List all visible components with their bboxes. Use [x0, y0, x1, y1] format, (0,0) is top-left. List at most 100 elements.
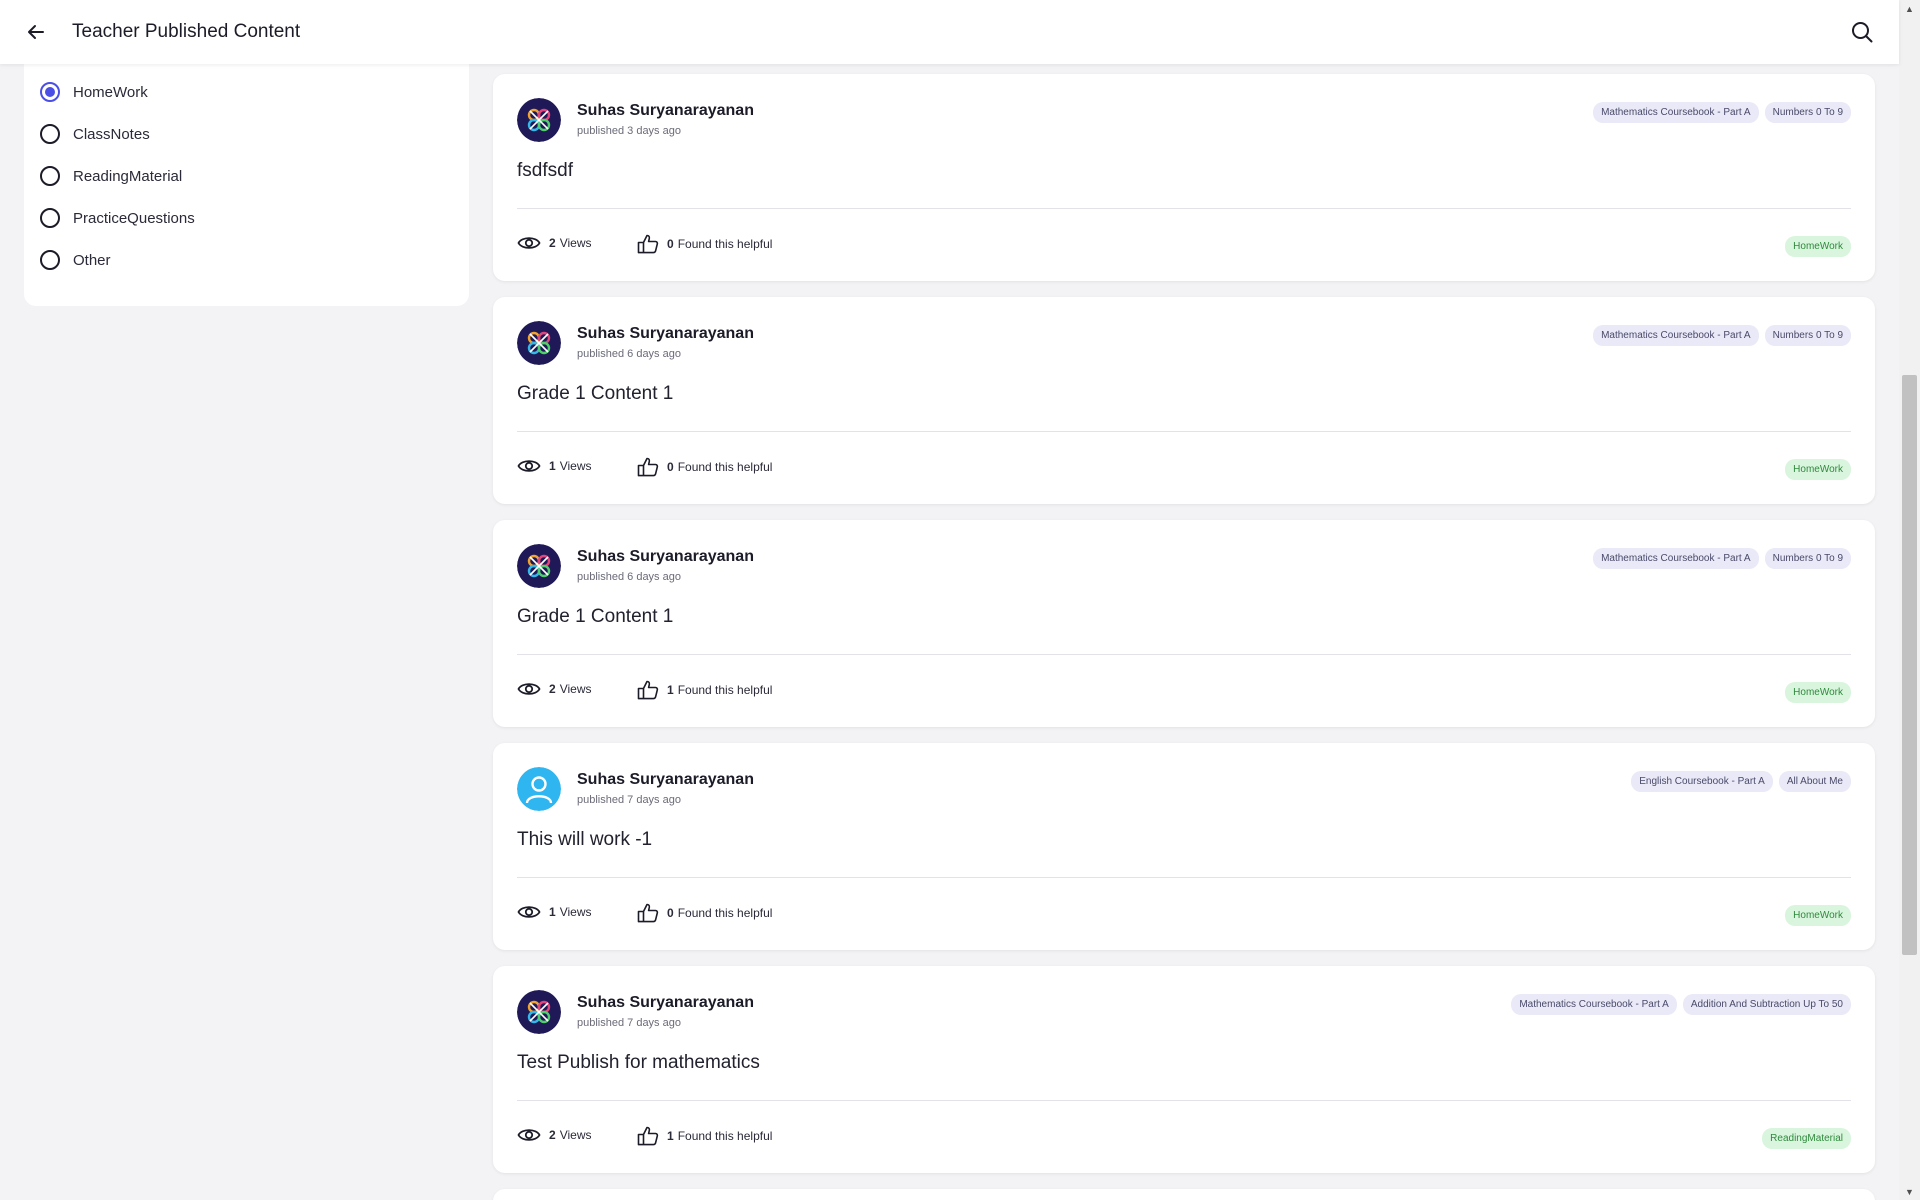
school-logo-avatar	[517, 544, 561, 588]
topic-tags: English Coursebook - Part A All About Me	[1631, 771, 1851, 792]
author-name: Suhas Suryanarayanan	[577, 102, 754, 119]
views-label: Views	[559, 682, 592, 696]
back-button[interactable]	[22, 18, 50, 46]
filter-option-classnotes[interactable]: ClassNotes	[40, 119, 150, 149]
helpful-label: Found this helpful	[677, 460, 773, 474]
filter-option-readingmaterial[interactable]: ReadingMaterial	[40, 161, 182, 191]
views-label: Views	[559, 236, 592, 250]
vertical-scrollbar[interactable]: ▲ ▼	[1899, 0, 1920, 1200]
eye-icon	[517, 237, 541, 249]
content-type-filter-panel: HomeWork ClassNotes ReadingMaterial Prac…	[24, 64, 469, 306]
eye-icon	[517, 460, 541, 472]
radio-unchecked-icon	[40, 166, 60, 186]
views-count: 2	[549, 1128, 556, 1142]
search-icon	[1852, 22, 1873, 43]
views-count: 1	[549, 459, 556, 473]
radio-checked-icon	[40, 82, 60, 102]
helpful-label: Found this helpful	[677, 683, 773, 697]
school-logo-avatar	[517, 990, 561, 1034]
views-label: Views	[559, 1128, 592, 1142]
arrow-left-icon	[28, 25, 44, 39]
filter-option-other[interactable]: Other	[40, 245, 111, 275]
content-card[interactable]: Suhas Suryanarayanan published 7 days ag…	[493, 743, 1875, 950]
top-app-bar: Teacher Published Content	[0, 0, 1899, 64]
published-time: published 6 days ago	[577, 571, 681, 583]
published-time: published 3 days ago	[577, 125, 681, 137]
views-count: 1	[549, 905, 556, 919]
author-name: Suhas Suryanarayanan	[577, 548, 754, 565]
helpful-button[interactable]: 0 Found this helpful	[637, 234, 772, 254]
thumbs-up-icon	[637, 680, 659, 700]
topic-tags: Mathematics Coursebook - Part A Numbers 0…	[1593, 325, 1851, 346]
divider	[517, 654, 1851, 655]
content-title[interactable]: Test Publish for mathematics	[517, 1052, 760, 1074]
filter-option-homework[interactable]: HomeWork	[40, 77, 148, 107]
content-title[interactable]: Grade 1 Content 1	[517, 606, 673, 628]
divider	[517, 877, 1851, 878]
eye-icon	[517, 906, 541, 918]
content-title[interactable]: This will work -1	[517, 829, 652, 851]
scroll-down-arrow-icon[interactable]: ▼	[1899, 1183, 1920, 1200]
filter-option-practicequestions[interactable]: PracticeQuestions	[40, 203, 195, 233]
published-time: published 7 days ago	[577, 794, 681, 806]
content-card[interactable]: Suhas Suryanarayanan published 3 days ag…	[493, 74, 1875, 281]
views-stat: 2 Views	[517, 234, 591, 252]
scroll-up-arrow-icon[interactable]: ▲	[1899, 0, 1920, 17]
helpful-button[interactable]: 1 Found this helpful	[637, 680, 772, 700]
published-time: published 6 days ago	[577, 348, 681, 360]
content-card[interactable]: Suhas Suryanarayanan published 6 days ag…	[493, 520, 1875, 727]
helpful-button[interactable]: 1 Found this helpful	[637, 1126, 772, 1146]
views-count: 2	[549, 236, 556, 250]
views-label: Views	[559, 905, 592, 919]
topic-tag[interactable]: Mathematics Coursebook - Part A	[1511, 994, 1677, 1015]
topic-tag[interactable]: Numbers 0 To 9	[1764, 102, 1851, 123]
topic-tag[interactable]: Numbers 0 To 9	[1764, 548, 1851, 569]
filter-option-label: HomeWork	[73, 83, 148, 101]
helpful-count: 0	[667, 906, 674, 920]
helpful-label: Found this helpful	[677, 1129, 773, 1143]
views-stat: 2 Views	[517, 1126, 591, 1144]
category-badge: ReadingMaterial	[1762, 1128, 1851, 1149]
helpful-label: Found this helpful	[677, 237, 773, 251]
views-stat: 1 Views	[517, 903, 591, 921]
topic-tags: Mathematics Coursebook - Part A Numbers 0…	[1593, 102, 1851, 123]
topic-tag[interactable]: English Coursebook - Part A	[1631, 771, 1773, 792]
topic-tag[interactable]: Addition And Subtraction Up To 50	[1682, 994, 1851, 1015]
scrollbar-thumb[interactable]	[1902, 375, 1917, 955]
views-count: 2	[549, 682, 556, 696]
topic-tags: Mathematics Coursebook - Part A Addition …	[1511, 994, 1851, 1015]
helpful-button[interactable]: 0 Found this helpful	[637, 457, 772, 477]
helpful-count: 0	[667, 460, 674, 474]
topic-tag[interactable]: All About Me	[1778, 771, 1851, 792]
divider	[517, 208, 1851, 209]
thumbs-up-icon	[637, 457, 659, 477]
content-card[interactable]: Suhas Suryanarayanan published 6 days ag…	[493, 297, 1875, 504]
author-name: Suhas Suryanarayanan	[577, 771, 754, 788]
radio-unchecked-icon	[40, 124, 60, 144]
content-card[interactable]	[493, 1189, 1875, 1200]
thumbs-up-icon	[637, 234, 659, 254]
views-stat: 2 Views	[517, 680, 591, 698]
author-name: Suhas Suryanarayanan	[577, 994, 754, 1011]
helpful-button[interactable]: 0 Found this helpful	[637, 903, 772, 923]
author-name: Suhas Suryanarayanan	[577, 325, 754, 342]
topic-tag[interactable]: Numbers 0 To 9	[1764, 325, 1851, 346]
published-time: published 7 days ago	[577, 1017, 681, 1029]
filter-option-label: Other	[73, 251, 111, 269]
eye-icon	[517, 683, 541, 695]
helpful-count: 1	[667, 683, 674, 697]
filter-option-label: ClassNotes	[73, 125, 150, 143]
helpful-count: 0	[667, 237, 674, 251]
search-button[interactable]	[1848, 18, 1876, 46]
content-title[interactable]: fsdfsdf	[517, 160, 573, 182]
content-card[interactable]: Suhas Suryanarayanan published 7 days ag…	[493, 966, 1875, 1173]
category-badge: HomeWork	[1785, 236, 1851, 257]
topic-tag[interactable]: Mathematics Coursebook - Part A	[1593, 102, 1759, 123]
topic-tag[interactable]: Mathematics Coursebook - Part A	[1593, 548, 1759, 569]
topic-tag[interactable]: Mathematics Coursebook - Part A	[1593, 325, 1759, 346]
thumbs-up-icon	[637, 1126, 659, 1146]
school-logo-avatar	[517, 98, 561, 142]
content-title[interactable]: Grade 1 Content 1	[517, 383, 673, 405]
helpful-count: 1	[667, 1129, 674, 1143]
radio-unchecked-icon	[40, 250, 60, 270]
